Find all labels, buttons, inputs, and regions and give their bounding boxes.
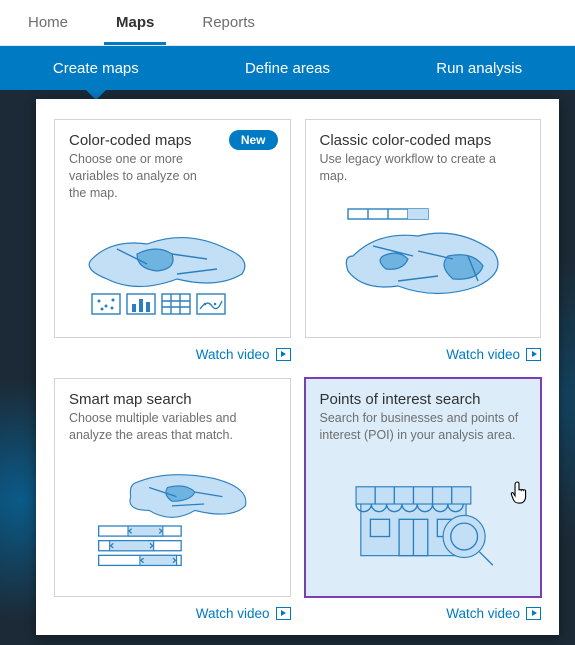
watch-video-label: Watch video: [446, 606, 520, 621]
watch-video-link[interactable]: Watch video: [305, 597, 542, 623]
tab-label: Maps: [116, 14, 154, 31]
tab-maps[interactable]: Maps: [92, 0, 178, 45]
ribbon-define-areas[interactable]: Define areas: [192, 46, 384, 90]
ribbon-label: Run analysis: [436, 60, 522, 77]
play-icon: [526, 348, 541, 361]
tab-home[interactable]: Home: [4, 0, 92, 45]
watch-video-label: Watch video: [196, 606, 270, 621]
card-title: Points of interest search: [320, 391, 527, 408]
map-illustration-icon: [69, 444, 276, 586]
ribbon-label: Define areas: [245, 60, 330, 77]
card-points-of-interest-search[interactable]: Points of interest search Search for bus…: [304, 377, 543, 598]
card-desc: Choose one or more variables to analyze …: [69, 151, 209, 202]
watch-video-link[interactable]: Watch video: [54, 338, 291, 364]
cell-poi: Points of interest search Search for bus…: [305, 378, 542, 623]
create-maps-panel: New Color-coded maps Choose one or more …: [36, 99, 559, 635]
play-icon: [276, 607, 291, 620]
tab-label: Reports: [202, 14, 255, 31]
top-tab-bar: Home Maps Reports: [0, 0, 575, 46]
new-badge: New: [229, 130, 278, 150]
watch-video-label: Watch video: [196, 347, 270, 362]
card-title: Smart map search: [69, 391, 276, 408]
play-icon: [276, 348, 291, 361]
ribbon-run-analysis[interactable]: Run analysis: [383, 46, 575, 90]
ribbon-bar: Create maps Define areas Run analysis: [0, 46, 575, 90]
ribbon-create-maps[interactable]: Create maps: [0, 46, 192, 90]
card-grid: New Color-coded maps Choose one or more …: [54, 119, 541, 623]
tab-reports[interactable]: Reports: [178, 0, 279, 45]
card-desc: Use legacy workflow to create a map.: [320, 151, 527, 185]
cell-color-coded: New Color-coded maps Choose one or more …: [54, 119, 291, 364]
card-color-coded-maps[interactable]: New Color-coded maps Choose one or more …: [54, 119, 291, 338]
tab-label: Home: [28, 14, 68, 31]
watch-video-link[interactable]: Watch video: [305, 338, 542, 364]
map-illustration-icon: [320, 185, 527, 327]
watch-video-label: Watch video: [446, 347, 520, 362]
map-illustration-icon: [69, 202, 276, 327]
card-desc: Search for businesses and points of inte…: [320, 410, 527, 444]
card-classic-color-coded-maps[interactable]: Classic color-coded maps Use legacy work…: [305, 119, 542, 338]
watch-video-link[interactable]: Watch video: [54, 597, 291, 623]
cell-classic: Classic color-coded maps Use legacy work…: [305, 119, 542, 364]
card-desc: Choose multiple variables and analyze th…: [69, 410, 276, 444]
ribbon-label: Create maps: [53, 60, 139, 77]
card-smart-map-search[interactable]: Smart map search Choose multiple variabl…: [54, 378, 291, 597]
cell-smart: Smart map search Choose multiple variabl…: [54, 378, 291, 623]
play-icon: [526, 607, 541, 620]
card-title: Classic color-coded maps: [320, 132, 527, 149]
storefront-illustration-icon: [320, 444, 527, 586]
